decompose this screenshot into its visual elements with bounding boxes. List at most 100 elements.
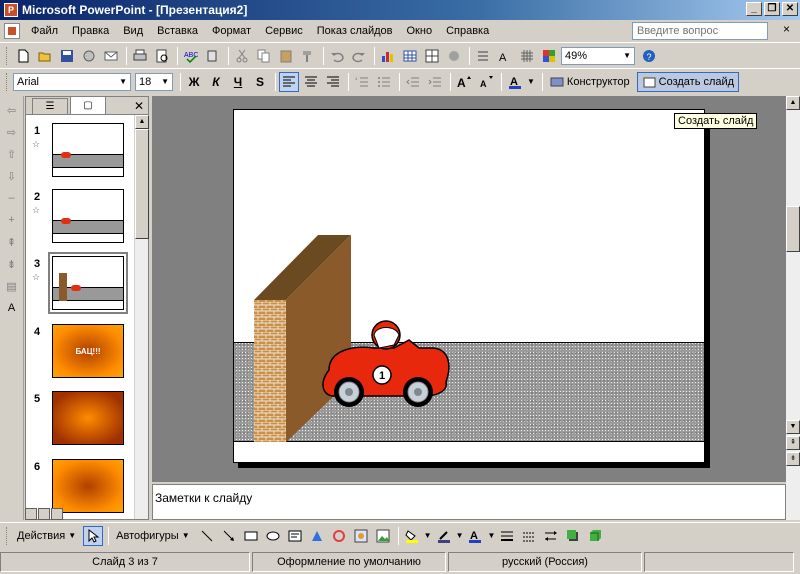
new-icon[interactable] xyxy=(13,46,33,66)
paste-icon[interactable] xyxy=(276,46,296,66)
research-icon[interactable] xyxy=(203,46,223,66)
textbox-icon[interactable] xyxy=(285,526,305,546)
current-slide[interactable]: 1 xyxy=(233,109,705,463)
line-style-icon[interactable] xyxy=(497,526,517,546)
scroll-up-icon[interactable]: ▲ xyxy=(786,96,800,110)
zoom-select[interactable]: 49% ▼ xyxy=(561,46,635,65)
menu-insert[interactable]: Вставка xyxy=(150,23,205,39)
align-left-icon[interactable] xyxy=(279,71,299,92)
expand-collapse-icon[interactable] xyxy=(473,46,493,66)
save-icon[interactable] xyxy=(57,46,77,66)
chevron-down-icon[interactable]: ▼ xyxy=(424,531,432,540)
permission-icon[interactable] xyxy=(79,46,99,66)
autoshapes-menu[interactable]: Автофигуры ▼ xyxy=(112,526,194,546)
slide-sorter-view-icon[interactable] xyxy=(38,508,50,520)
show-formatting-icon[interactable]: A xyxy=(4,300,20,316)
decrease-indent-icon[interactable] xyxy=(403,72,423,92)
decrease-font-icon[interactable]: A xyxy=(476,72,496,92)
show-formatting-icon[interactable]: A xyxy=(495,46,515,66)
align-center-icon[interactable] xyxy=(301,72,321,92)
slide-scrollbar[interactable]: ▲ ▼ ⇞ ⇟ xyxy=(786,96,800,520)
format-painter-icon[interactable] xyxy=(298,46,318,66)
increase-font-icon[interactable]: A xyxy=(454,72,474,92)
font-color-icon[interactable]: A xyxy=(465,526,485,546)
toolbar-grip[interactable] xyxy=(6,46,9,65)
move-down-icon[interactable]: ⇩ xyxy=(4,168,20,184)
print-preview-icon[interactable] xyxy=(152,46,172,66)
insert-table-icon[interactable] xyxy=(400,46,420,66)
open-icon[interactable] xyxy=(35,46,55,66)
select-pointer-icon[interactable] xyxy=(83,525,104,546)
shadow-button[interactable]: S xyxy=(250,72,270,92)
next-slide-icon[interactable]: ⇟ xyxy=(786,452,800,466)
increase-indent-icon[interactable] xyxy=(425,72,445,92)
promote-icon[interactable]: ⇦ xyxy=(4,102,20,118)
arrow-style-icon[interactable] xyxy=(541,526,561,546)
color-grayscale-icon[interactable] xyxy=(539,46,559,66)
line-color-icon[interactable] xyxy=(434,526,454,546)
toolbar-grip[interactable] xyxy=(6,526,9,545)
picture-icon[interactable] xyxy=(373,526,393,546)
font-size-select[interactable]: 18 ▼ xyxy=(135,72,173,91)
slide-thumbnail[interactable]: 1 ☆ xyxy=(26,123,134,183)
show-grid-icon[interactable] xyxy=(517,46,537,66)
font-select[interactable]: Arial ▼ xyxy=(13,72,131,91)
close-button[interactable]: ✕ xyxy=(782,2,798,16)
font-color-icon[interactable]: A xyxy=(505,72,525,92)
scroll-thumb[interactable] xyxy=(135,129,149,239)
menu-window[interactable]: Окно xyxy=(400,23,440,39)
clipart-icon[interactable] xyxy=(351,526,371,546)
slides-scrollbar[interactable]: ▲ xyxy=(134,115,149,519)
dash-style-icon[interactable] xyxy=(519,526,539,546)
menu-tools[interactable]: Сервис xyxy=(258,23,310,39)
redo-icon[interactable] xyxy=(349,46,369,66)
numbering-icon[interactable]: 1 xyxy=(352,72,372,92)
italic-button[interactable]: К xyxy=(206,72,226,92)
document-icon[interactable] xyxy=(4,23,20,39)
shadow-style-icon[interactable] xyxy=(563,526,583,546)
demote-icon[interactable]: ⇨ xyxy=(4,124,20,140)
new-slide-button[interactable]: Создать слайд xyxy=(636,71,740,92)
normal-view-icon[interactable] xyxy=(25,508,37,520)
tab-outline[interactable]: ☰ xyxy=(32,98,68,114)
tab-slides[interactable]: ▢ xyxy=(70,96,106,114)
menu-help[interactable]: Справка xyxy=(439,23,496,39)
notes-pane[interactable]: Заметки к слайду xyxy=(152,484,786,520)
menu-slideshow[interactable]: Показ слайдов xyxy=(310,23,400,39)
chevron-down-icon[interactable]: ▼ xyxy=(527,77,535,86)
previous-slide-icon[interactable]: ⇞ xyxy=(786,436,800,450)
align-right-icon[interactable] xyxy=(323,72,343,92)
fill-color-icon[interactable] xyxy=(402,526,422,546)
oval-icon[interactable] xyxy=(263,526,283,546)
slide-thumbnail[interactable]: 5 xyxy=(26,391,134,451)
scroll-thumb[interactable] xyxy=(786,206,800,252)
undo-icon[interactable] xyxy=(327,46,347,66)
restore-button[interactable]: ❐ xyxy=(764,2,780,16)
cut-icon[interactable] xyxy=(232,46,252,66)
toolbar-grip[interactable] xyxy=(6,72,9,91)
3d-style-icon[interactable] xyxy=(585,526,605,546)
insert-diagram-icon[interactable] xyxy=(444,46,464,66)
help-icon[interactable]: ? xyxy=(639,46,659,66)
slideshow-view-icon[interactable] xyxy=(51,508,63,520)
line-icon[interactable] xyxy=(197,526,217,546)
slide-thumbnail[interactable]: 2 ☆ xyxy=(26,189,134,249)
arrow-icon[interactable] xyxy=(219,526,239,546)
close-document-button[interactable]: × xyxy=(783,22,790,36)
diagram-icon[interactable] xyxy=(329,526,349,546)
chevron-down-icon[interactable]: ▼ xyxy=(487,531,495,540)
menu-file[interactable]: Файл xyxy=(24,23,65,39)
minimize-button[interactable]: _ xyxy=(746,2,762,16)
bullets-icon[interactable] xyxy=(374,72,394,92)
slide-thumbnail-selected[interactable]: 3 ☆ xyxy=(26,252,134,316)
scroll-down-icon[interactable]: ▼ xyxy=(786,420,800,434)
spelling-icon[interactable]: ABC xyxy=(181,46,201,66)
help-search-input[interactable] xyxy=(632,22,768,40)
powerpoint-app-icon[interactable]: P xyxy=(4,3,18,17)
move-up-icon[interactable]: ⇧ xyxy=(4,146,20,162)
menu-format[interactable]: Формат xyxy=(205,23,258,39)
print-icon[interactable] xyxy=(130,46,150,66)
designer-button[interactable]: Конструктор xyxy=(546,72,634,92)
underline-button[interactable]: Ч xyxy=(228,72,248,92)
expand-icon[interactable]: + xyxy=(4,212,20,228)
